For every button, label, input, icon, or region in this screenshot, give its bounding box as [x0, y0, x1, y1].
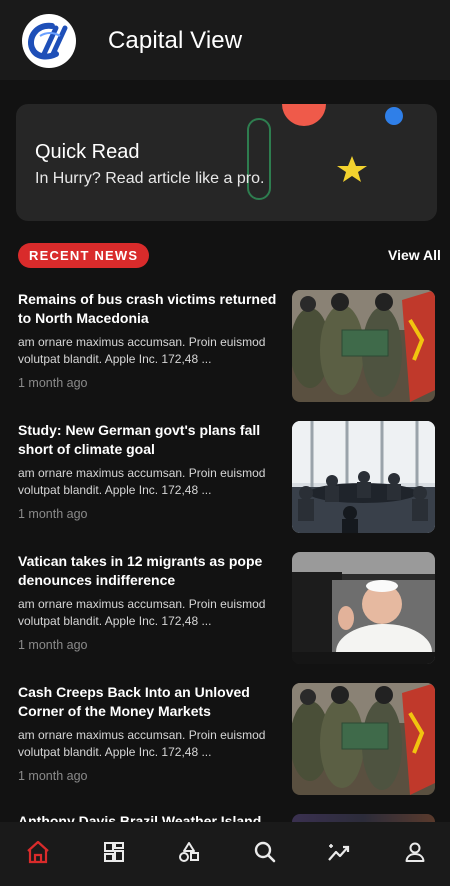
nav-profile-button[interactable]: [401, 838, 429, 866]
half-circle-shape: [282, 104, 326, 126]
news-item[interactable]: Study: New German govt's plans fall shor…: [0, 416, 450, 536]
news-item[interactable]: Vatican takes in 12 migrants as pope den…: [0, 547, 450, 667]
news-timestamp: 1 month ago: [18, 376, 88, 390]
search-icon: [254, 841, 276, 863]
quick-read-subtitle: In Hurry? Read article like a pro.: [35, 170, 265, 187]
app-bar: Capital View: [0, 0, 450, 80]
home-icon: [27, 840, 49, 864]
news-excerpt: am ornare maximus accumsan. Proin euismo…: [18, 597, 266, 628]
news-thumbnail-meeting[interactable]: [292, 421, 435, 533]
news-title[interactable]: Vatican takes in 12 migrants as pope den…: [18, 552, 286, 590]
blue-dot-shape: [385, 107, 403, 125]
news-title[interactable]: Study: New German govt's plans fall shor…: [18, 421, 286, 459]
news-item[interactable]: Remains of bus crash victims returned to…: [0, 285, 450, 405]
news-title[interactable]: Cash Creeps Back Into an Unloved Corner …: [18, 683, 286, 721]
bottom-navigation: [0, 822, 450, 886]
grid-icon: [104, 842, 124, 862]
quick-read-title: Quick Read: [35, 141, 140, 163]
nav-trending-button[interactable]: [326, 838, 354, 866]
quick-read-card[interactable]: Quick Read In Hurry? Read article like a…: [16, 104, 437, 221]
view-all-link[interactable]: View All: [388, 247, 441, 263]
news-thumbnail-pope[interactable]: [292, 552, 435, 664]
shapes-icon: [179, 842, 199, 862]
news-timestamp: 1 month ago: [18, 507, 88, 521]
news-title[interactable]: Anthony Davis Brazil Weather Island: [18, 813, 261, 822]
person-icon: [405, 842, 425, 862]
news-timestamp: 1 month ago: [18, 769, 88, 783]
news-excerpt: am ornare maximus accumsan. Proin euismo…: [18, 335, 266, 366]
app-logo-icon[interactable]: [22, 14, 76, 68]
trending-icon: [328, 844, 350, 861]
news-excerpt: am ornare maximus accumsan. Proin euismo…: [18, 728, 266, 759]
recent-news-badge: RECENT NEWS: [18, 243, 150, 268]
news-item[interactable]: Cash Creeps Back Into an Unloved Corner …: [0, 678, 450, 798]
nav-home-button[interactable]: [24, 838, 52, 866]
news-thumbnail[interactable]: [292, 814, 435, 822]
news-thumbnail-soldiers[interactable]: [292, 290, 435, 402]
news-timestamp: 1 month ago: [18, 638, 88, 652]
app-title: Capital View: [108, 27, 243, 54]
news-excerpt: am ornare maximus accumsan. Proin euismo…: [18, 466, 266, 497]
news-title[interactable]: Remains of bus crash victims returned to…: [18, 290, 286, 328]
nav-topics-button[interactable]: [175, 838, 203, 866]
nav-categories-button[interactable]: [100, 838, 128, 866]
news-thumbnail-soldiers[interactable]: [292, 683, 435, 795]
nav-search-button[interactable]: [251, 838, 279, 866]
star-shape: [337, 156, 367, 182]
news-item-partial[interactable]: Anthony Davis Brazil Weather Island: [0, 810, 450, 822]
